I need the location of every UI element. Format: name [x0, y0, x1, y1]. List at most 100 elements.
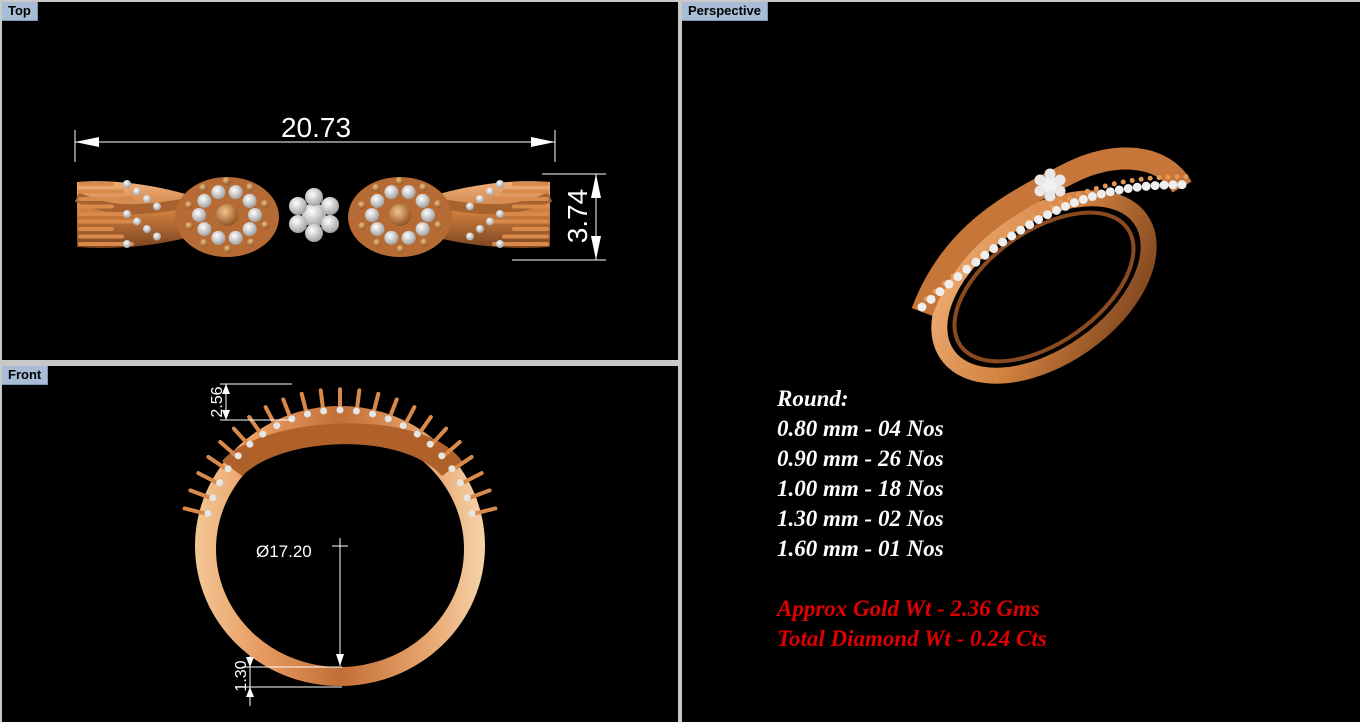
diamond: [305, 224, 323, 242]
top-view-drawing: 20.73 3.74: [74, 112, 606, 261]
gold-bead: [261, 221, 270, 230]
prong: [206, 454, 227, 471]
diamond: [466, 202, 474, 211]
gold-bead: [1147, 175, 1153, 181]
stone-spec-1: 0.80 mm - 04 Nos: [777, 416, 944, 441]
diamond: [352, 407, 360, 415]
diamond: [476, 195, 484, 203]
dimension-band-thickness-label: 1.30: [233, 660, 250, 691]
viewport-top[interactable]: Top 20.73 3.74: [2, 2, 678, 360]
gold-weight: Approx Gold Wt - 2.36 Gms: [777, 596, 1040, 621]
diamond: [143, 195, 151, 203]
diamond: [486, 187, 494, 196]
diamond: [1016, 225, 1026, 235]
gold-bead: [199, 183, 208, 192]
diamond: [944, 279, 954, 289]
diamond: [211, 230, 226, 245]
gold-bead: [434, 221, 443, 230]
prong: [417, 414, 433, 436]
diamond: [1034, 215, 1044, 225]
diamond: [399, 422, 407, 430]
gold-bead: [1165, 174, 1171, 180]
diamond: [133, 217, 141, 226]
gold-bead: [184, 200, 193, 209]
gold-bead: [246, 183, 255, 192]
diamond: [1051, 205, 1061, 215]
gold-bead: [223, 244, 232, 253]
gold-bead: [358, 221, 367, 230]
gold-bead: [1102, 183, 1108, 189]
dimension-height-label: 3.74: [562, 189, 593, 244]
gold-bead: [185, 221, 194, 230]
gold-bead: [260, 200, 269, 209]
diamond: [211, 185, 226, 200]
diamond: [369, 410, 377, 418]
gold-bead: [395, 177, 404, 186]
diamond: [365, 208, 379, 222]
prong: [281, 397, 293, 420]
prong: [218, 440, 238, 458]
viewport-perspective[interactable]: Perspective Round: 0.80 mm - 04 Nos 0.90…: [682, 2, 1360, 722]
diamond: [1159, 180, 1169, 190]
diamond: [228, 230, 243, 245]
gold-bead: [216, 204, 238, 226]
diamond: [153, 232, 161, 241]
diamond: [401, 230, 416, 245]
diamond: [288, 415, 296, 423]
diamond: [273, 422, 281, 430]
dimension-top-height: [220, 383, 292, 421]
diamond: [123, 180, 131, 188]
gold-bead: [389, 204, 411, 226]
diamond: [448, 465, 456, 473]
diamond: [384, 415, 392, 423]
gold-bead: [1084, 188, 1090, 194]
diamond: [320, 407, 328, 415]
gold-bead: [1120, 179, 1126, 185]
gold-bead: [419, 183, 428, 192]
diamond: [1105, 187, 1115, 197]
diamond: [1054, 185, 1066, 197]
gold-bead: [419, 238, 428, 247]
gold-bead: [199, 238, 208, 247]
prong: [247, 414, 263, 436]
stone-spec-3: 1.00 mm - 18 Nos: [777, 476, 944, 501]
diamond: [259, 430, 267, 438]
stone-spec-4: 1.30 mm - 02 Nos: [777, 506, 944, 531]
gold-bead: [372, 183, 381, 192]
diamond: [1007, 231, 1017, 241]
diamond: [962, 264, 972, 274]
gold-bead: [1093, 186, 1099, 192]
diamond: [336, 406, 344, 414]
viewport-front[interactable]: Front 2.56 Ø17.20 1.30: [2, 366, 678, 722]
gold-bead: [433, 200, 442, 209]
diamond: [133, 187, 141, 196]
prong: [387, 397, 399, 420]
gold-bead: [357, 200, 366, 209]
diamond: [476, 225, 484, 233]
stone-spec-5: 1.60 mm - 01 Nos: [777, 536, 944, 561]
diamond: [289, 197, 307, 215]
viewport-label-front[interactable]: Front: [2, 366, 49, 385]
gold-bead: [1174, 174, 1180, 180]
diamond: [415, 193, 430, 208]
diamond: [426, 440, 434, 448]
diamond: [1078, 194, 1088, 204]
prong: [371, 391, 381, 415]
diamond: [1141, 181, 1151, 191]
diamond: [321, 215, 339, 233]
diamond: [248, 208, 262, 222]
prong: [299, 391, 309, 415]
viewport-label-perspective[interactable]: Perspective: [682, 2, 768, 21]
diamond: [384, 230, 399, 245]
prong: [403, 405, 417, 427]
diamond: [242, 222, 257, 237]
diamond: [123, 210, 131, 218]
diamond: [224, 465, 232, 473]
diamond: [496, 240, 504, 248]
viewport-label-top[interactable]: Top: [2, 2, 38, 21]
prong: [430, 426, 449, 446]
diamond: [216, 479, 224, 487]
specs-panel: Round: 0.80 mm - 04 Nos 0.90 mm - 26 Nos…: [777, 384, 1047, 654]
diamond: [953, 272, 963, 282]
diamond: [1034, 174, 1046, 186]
